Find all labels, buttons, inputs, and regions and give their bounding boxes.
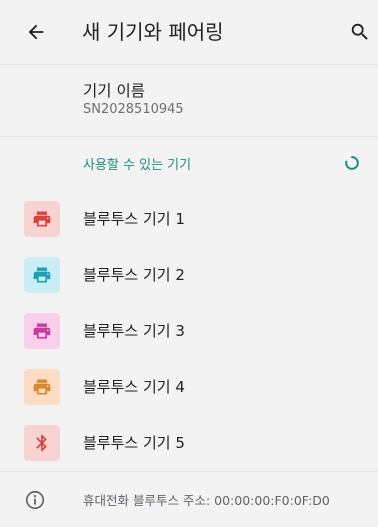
device-row-1[interactable]: 블루투스 기기 1 [0, 191, 378, 247]
device-label: 블루투스 기기 4 [83, 378, 185, 396]
arrow-back-icon [28, 24, 44, 40]
bluetooth-address-info: 휴대전화 블루투스 주소: 00:00:00:F0:0F:D0 [0, 471, 378, 527]
device-name-value: SN2028510945 [83, 102, 184, 117]
search-button[interactable] [346, 18, 374, 46]
printer-icon [24, 257, 60, 293]
section-divider [0, 136, 378, 137]
available-devices-header: 사용할 수 있는 기기 [83, 158, 192, 173]
back-button[interactable] [22, 18, 50, 46]
app-bar: 새 기기와 페어링 [0, 0, 378, 64]
search-icon [351, 23, 368, 40]
bluetooth-icon [24, 425, 60, 461]
device-row-4[interactable]: 블루투스 기기 4 [0, 359, 378, 415]
device-label: 블루투스 기기 2 [83, 266, 185, 284]
device-label: 블루투스 기기 3 [83, 322, 185, 340]
loading-spinner-icon [345, 156, 359, 170]
bluetooth-address-text: 휴대전화 블루투스 주소: 00:00:00:F0:0F:D0 [83, 493, 330, 508]
printer-icon [24, 201, 60, 237]
printer-icon [24, 313, 60, 349]
info-icon [25, 490, 45, 510]
printer-icon [24, 369, 60, 405]
device-name-label: 기기 이름 [83, 82, 145, 100]
device-row-3[interactable]: 블루투스 기기 3 [0, 303, 378, 359]
page-title: 새 기기와 페어링 [82, 20, 224, 44]
device-label: 블루투스 기기 5 [83, 434, 185, 452]
device-label: 블루투스 기기 1 [83, 210, 185, 228]
device-row-2[interactable]: 블루투스 기기 2 [0, 247, 378, 303]
device-name-setting[interactable]: 기기 이름 SN2028510945 [0, 64, 378, 136]
device-row-5[interactable]: 블루투스 기기 5 [0, 415, 378, 471]
